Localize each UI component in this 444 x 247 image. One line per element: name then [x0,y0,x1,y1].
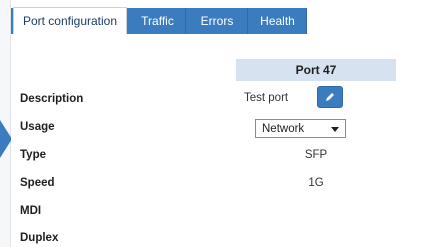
pencil-icon [326,93,334,101]
tab-strip-filler [307,8,444,34]
chevron-down-icon [331,127,339,132]
port-column-header: Port 47 [236,59,396,81]
type-value: SFP [304,149,328,161]
description-value: Test port [244,92,289,104]
usage-label: Usage [20,121,55,133]
mdi-label: MDI [20,205,42,217]
edit-description-button[interactable] [317,86,343,108]
usage-selected-value: Network [262,122,305,135]
tab-errors[interactable]: Errors [187,8,248,34]
speed-label: Speed [20,177,55,189]
description-label: Description [20,93,84,105]
port-config-panel: Port 47 Description Test port Usage Netw… [11,34,444,247]
speed-value: 1G [308,177,324,189]
duplex-label: Duplex [20,232,59,244]
tab-bar: Port configuration Traffic Errors Health [11,0,444,34]
type-label: Type [20,149,46,161]
tab-port-configuration[interactable]: Port configuration [13,7,127,34]
usage-select[interactable]: Network [255,119,346,138]
tab-health[interactable]: Health [249,8,307,34]
tab-traffic[interactable]: Traffic [130,8,186,34]
